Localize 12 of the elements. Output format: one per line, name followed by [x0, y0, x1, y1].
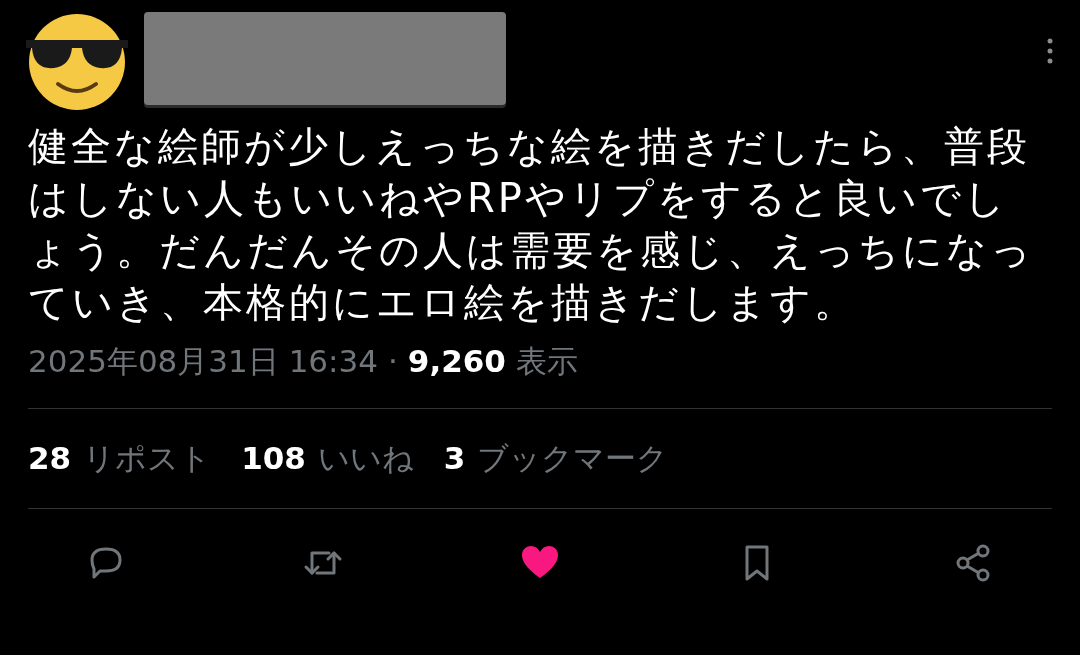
- views-label: 表示: [515, 342, 578, 381]
- stat-count: 28: [28, 439, 72, 479]
- stat-label[interactable]: リポスト: [83, 435, 212, 482]
- more-options-icon[interactable]: [1046, 38, 1054, 64]
- view-count: 9,260: [407, 342, 506, 381]
- separator: ·: [388, 342, 398, 381]
- stat-label[interactable]: いいね: [317, 435, 414, 482]
- stat-label[interactable]: ブックマーク: [477, 435, 669, 482]
- tweet-text: 健全な絵師が少しえっちな絵を描きだしたら、普段はしない人もいいねやRPやリプをすると良いでしょう。だんだんその人は需要を感じ、えっちになっていき、本格的にエロ絵を描きだします。: [28, 122, 1035, 327]
- stat-count: 3: [443, 439, 466, 479]
- stat-count: 108: [241, 439, 306, 479]
- timestamp: 2025年08月31日 16:34: [28, 342, 378, 381]
